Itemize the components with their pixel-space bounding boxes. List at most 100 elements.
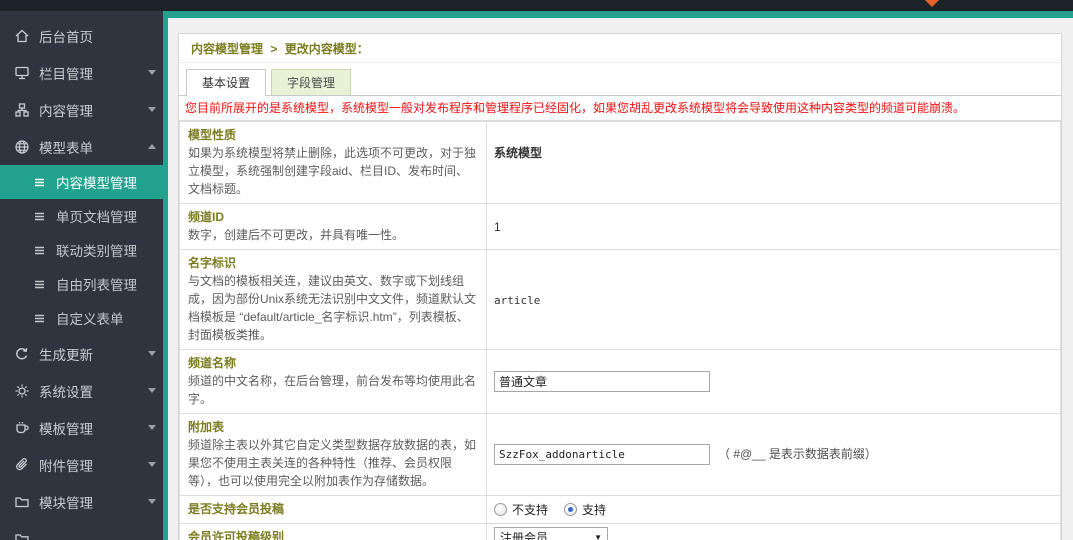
table-row: 名字标识 与文档的模板相关连，建议由英文、数字或下划线组成，因为部份Unix系统… xyxy=(179,249,1061,350)
chevron-down-icon xyxy=(148,70,156,75)
fox-logo-icon xyxy=(925,0,939,7)
home-icon xyxy=(13,28,30,44)
breadcrumb: 内容模型管理 > 更改内容模型： xyxy=(179,34,1061,63)
menu-lines-icon xyxy=(31,244,48,257)
sidebar-item-generate-update[interactable]: 生成更新 xyxy=(0,335,168,372)
chevron-down-icon xyxy=(148,107,156,112)
sidebar-item-label: 内容管理 xyxy=(39,103,93,119)
sidebar-item-dashboard[interactable]: 后台首页 xyxy=(0,17,168,54)
field-desc: 频道除主表以外其它自定义类型数据存放数据的表，如果您不使用主表关连的各种特性（推… xyxy=(188,438,477,488)
table-row: 会员许可投稿级别 注册会员 ▼ xyxy=(179,523,1061,540)
field-desc: 如果为系统模型将禁止删除，此选项不可更改，对于独立模型，系统强制创建字段aid、… xyxy=(188,146,477,196)
content-panel: 内容模型管理 > 更改内容模型： 基本设置 字段管理 您目前所展开的是系统模型，… xyxy=(178,33,1062,540)
monitor-icon xyxy=(13,65,30,81)
channel-id-value: 1 xyxy=(494,219,501,234)
chevron-down-icon xyxy=(148,351,156,356)
menu-lines-icon xyxy=(31,176,48,189)
field-desc: 频道的中文名称，在后台管理，前台发布等均使用此名字。 xyxy=(188,374,477,406)
breadcrumb-current: 更改内容模型： xyxy=(284,42,369,56)
menu-lines-icon xyxy=(31,312,48,325)
paperclip-icon xyxy=(13,457,30,473)
table-row: 模型性质 如果为系统模型将禁止删除，此选项不可更改，对于独立模型，系统强制创建字… xyxy=(179,121,1061,204)
sidebar-subitem-custom-form[interactable]: 自定义表单 xyxy=(0,301,168,335)
member-submit-radio-group: 不支持 支持 xyxy=(494,501,1053,518)
folder-icon xyxy=(13,531,30,540)
member-level-select[interactable]: 注册会员 ▼ xyxy=(494,527,608,540)
model-type-value: 系统模型 xyxy=(494,146,543,160)
accent-strip xyxy=(168,11,1073,18)
sidebar-item-model-form[interactable]: 模型表单 xyxy=(0,128,168,165)
sidebar-item-label: 生成更新 xyxy=(39,347,93,363)
topbar xyxy=(0,0,1073,11)
chevron-down-icon xyxy=(148,388,156,393)
select-value: 注册会员 xyxy=(500,531,549,540)
sitemap-icon xyxy=(13,102,30,118)
menu-lines-icon xyxy=(31,210,48,223)
sidebar: 后台首页 栏目管理 内容管理 模型表单 内容模型管理 单页文档管理 联动类别管理… xyxy=(0,11,168,540)
table-row: 附加表 频道除主表以外其它自定义类型数据存放数据的表，如果您不使用主表关连的各种… xyxy=(179,413,1061,496)
model-settings-table: 模型性质 如果为系统模型将禁止删除，此选项不可更改，对于独立模型，系统强制创建字… xyxy=(179,121,1061,540)
name-identifier-value: article xyxy=(494,293,541,307)
radio-icon[interactable] xyxy=(494,503,507,516)
main-content: 内容模型管理 > 更改内容模型： 基本设置 字段管理 您目前所展开的是系统模型，… xyxy=(168,11,1073,540)
system-model-warning: 您目前所展开的是系统模型，系统模型一般对发布程序和管理程序已经固化，如果您胡乱更… xyxy=(179,96,1061,121)
sidebar-item-content-mgmt[interactable]: 内容管理 xyxy=(0,91,168,128)
radio-option[interactable]: 不支持 xyxy=(494,501,548,518)
sidebar-subitem-linked-category[interactable]: 联动类别管理 xyxy=(0,233,168,267)
sidebar-subitem-label: 内容模型管理 xyxy=(56,176,137,191)
tab-field-management[interactable]: 字段管理 xyxy=(271,69,352,95)
sidebar-item-attachment-mgmt[interactable]: 附件管理 xyxy=(0,446,168,483)
sidebar-item-module-mgmt[interactable]: 模块管理 xyxy=(0,483,168,520)
sidebar-subitem-label: 联动类别管理 xyxy=(56,244,137,259)
field-desc: 数字，创建后不可更改，并具有唯一性。 xyxy=(188,228,405,242)
menu-lines-icon xyxy=(31,278,48,291)
field-title: 是否支持会员投稿 xyxy=(188,502,285,516)
chevron-down-icon xyxy=(148,462,156,467)
sidebar-subitem-single-page[interactable]: 单页文档管理 xyxy=(0,199,168,233)
tab-basic-settings[interactable]: 基本设置 xyxy=(186,69,267,96)
sidebar-item-label: 模块管理 xyxy=(39,495,93,511)
folder-icon xyxy=(13,494,30,510)
refresh-icon xyxy=(13,346,30,362)
tab-bar: 基本设置 字段管理 xyxy=(179,63,1061,96)
field-desc: 与文档的模板相关连，建议由英文、数字或下划线组成，因为部份Unix系统无法识别中… xyxy=(188,274,477,342)
field-title: 附加表 xyxy=(188,420,225,434)
field-title: 频道名称 xyxy=(188,356,237,370)
cup-icon xyxy=(13,420,30,436)
chevron-down-icon xyxy=(148,425,156,430)
table-prefix-note: （ #@__ 是表示数据表前缀） xyxy=(718,447,877,461)
breadcrumb-parent[interactable]: 内容模型管理 xyxy=(191,42,263,56)
sidebar-item-partial[interactable] xyxy=(0,520,168,540)
sidebar-subitem-content-model[interactable]: 内容模型管理 xyxy=(0,165,168,199)
sidebar-item-system-settings[interactable]: 系统设置 xyxy=(0,372,168,409)
field-title: 频道ID xyxy=(188,210,225,224)
field-title: 会员许可投稿级别 xyxy=(188,530,285,540)
radio-icon[interactable] xyxy=(564,503,578,516)
breadcrumb-separator: > xyxy=(270,42,278,56)
sidebar-subitem-free-list[interactable]: 自由列表管理 xyxy=(0,267,168,301)
sidebar-subitem-label: 自由列表管理 xyxy=(56,278,137,293)
sidebar-item-label: 模板管理 xyxy=(39,421,93,437)
table-row: 频道名称 频道的中文名称，在后台管理，前台发布等均使用此名字。 xyxy=(179,349,1061,414)
addon-table-input[interactable] xyxy=(494,444,710,465)
sidebar-item-label: 后台首页 xyxy=(39,29,93,45)
sidebar-item-label: 附件管理 xyxy=(39,458,93,474)
sidebar-subitem-label: 自定义表单 xyxy=(56,312,124,327)
sidebar-item-label: 栏目管理 xyxy=(39,66,93,82)
field-title: 模型性质 xyxy=(188,128,237,142)
sidebar-item-template-mgmt[interactable]: 模板管理 xyxy=(0,409,168,446)
field-title: 名字标识 xyxy=(188,256,237,270)
chevron-up-icon xyxy=(148,144,156,149)
sidebar-item-column-mgmt[interactable]: 栏目管理 xyxy=(0,54,168,91)
channel-name-input[interactable] xyxy=(494,371,710,392)
table-row: 频道ID 数字，创建后不可更改，并具有唯一性。 1 xyxy=(179,203,1061,250)
select-arrow-icon: ▼ xyxy=(594,533,602,540)
table-row: 是否支持会员投稿 不支持 支持 xyxy=(179,495,1061,524)
chevron-down-icon xyxy=(148,499,156,504)
sidebar-item-label: 系统设置 xyxy=(39,384,93,400)
globe-icon xyxy=(13,139,30,155)
sidebar-subitem-label: 单页文档管理 xyxy=(56,210,137,225)
radio-option[interactable]: 支持 xyxy=(564,501,606,518)
sidebar-item-label: 模型表单 xyxy=(39,140,93,156)
gear-icon xyxy=(13,383,30,399)
